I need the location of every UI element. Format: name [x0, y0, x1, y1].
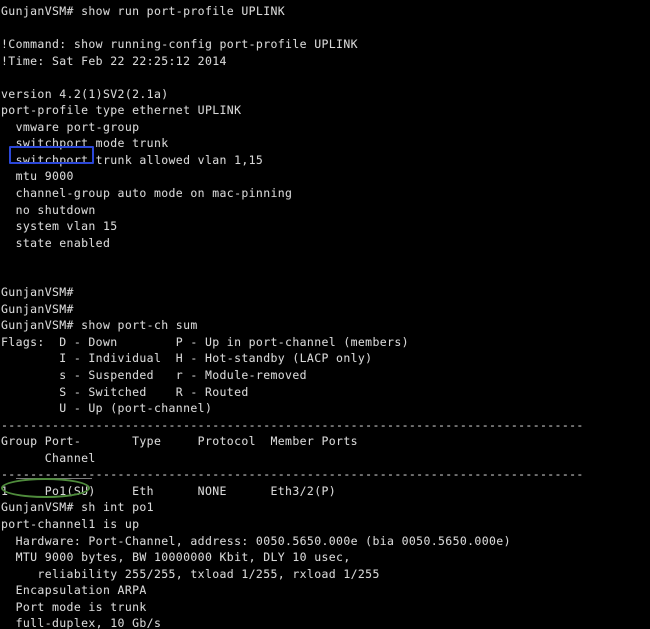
terminal-line: no shutdown [1, 202, 96, 217]
terminal-line: !Time: Sat Feb 22 22:25:12 2014 [1, 53, 227, 68]
terminal-line: switchport mode trunk [1, 136, 169, 151]
terminal-line: !Command: show running-config port-profi… [1, 37, 358, 52]
terminal-line: Hardware: Port-Channel, address: 0050.56… [1, 533, 511, 548]
terminal-line: Group Port- Type Protocol Member Ports [1, 434, 358, 449]
terminal-line: state enabled [1, 235, 111, 250]
console-output[interactable]: GunjanVSM# show run port-profile UPLINK!… [0, 0, 650, 629]
terminal-line: version 4.2(1)SV2(2.1a) [1, 86, 169, 101]
terminal-line: s - Suspended r - Module-removed [1, 368, 307, 383]
terminal-line: ----------------------------------------… [1, 417, 584, 432]
terminal-line: vmware port-group [1, 119, 140, 134]
terminal-line: reliability 255/255, txload 1/255, rxloa… [1, 566, 380, 581]
terminal-line: 1 Po1(SU) Eth NONE Eth3/2(P) [1, 483, 337, 498]
terminal-line: MTU 9000 bytes, BW 10000000 Kbit, DLY 10… [1, 550, 351, 565]
terminal-line: mtu 9000 [1, 169, 74, 184]
terminal-line: GunjanVSM# show port-ch sum [1, 318, 198, 333]
terminal-line: I - Individual H - Hot-standby (LACP onl… [1, 351, 373, 366]
terminal-line: port-profile type ethernet UPLINK [1, 103, 242, 118]
terminal-line: port-channel1 is up [1, 516, 140, 531]
terminal-line: system vlan 15 [1, 219, 118, 234]
terminal-line: GunjanVSM# sh int po1 [1, 500, 154, 515]
terminal-line: GunjanVSM# show run port-profile UPLINK [1, 4, 286, 18]
terminal-line: ----------------------------------------… [1, 467, 584, 482]
terminal-line: Flags: D - Down P - Up in port-channel (… [1, 334, 409, 349]
terminal-line: Channel [1, 450, 96, 465]
terminal-line: S - Switched R - Routed [1, 384, 249, 399]
terminal-line: GunjanVSM# [1, 301, 74, 316]
terminal-line: GunjanVSM# [1, 285, 74, 300]
terminal-line: switchport trunk allowed vlan 1,15 [1, 152, 264, 167]
terminal-line: channel-group auto mode on mac-pinning [1, 186, 293, 201]
terminal-line: Port mode is trunk [1, 599, 147, 614]
terminal-window[interactable]: GunjanVSM# show run port-profile UPLINK!… [0, 0, 650, 629]
terminal-line: full-duplex, 10 Gb/s [1, 616, 162, 629]
terminal-line: U - Up (port-channel) [1, 401, 213, 416]
terminal-line: Encapsulation ARPA [1, 583, 147, 598]
